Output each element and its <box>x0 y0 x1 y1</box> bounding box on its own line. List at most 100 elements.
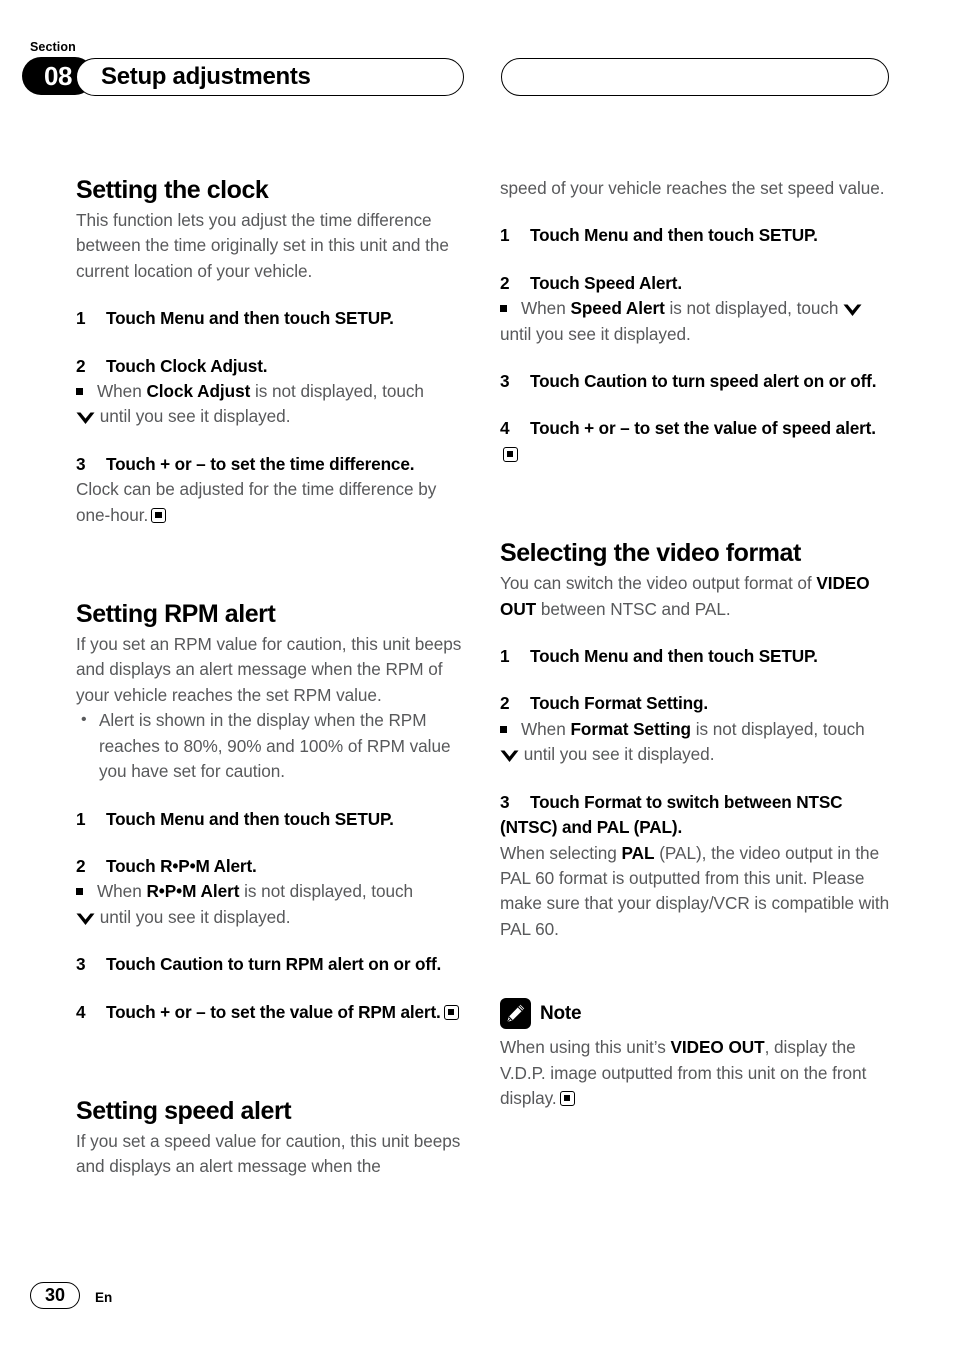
speed-step-2: 2 Touch Speed Alert. <box>500 271 890 296</box>
video-intro-c: between NTSC and PAL. <box>536 598 731 619</box>
right-column: speed of your vehicle reaches the set sp… <box>500 176 890 1111</box>
rpm-step-1-number: 1 <box>76 808 86 829</box>
speed-step-4: 4 Touch + or – to set the value of speed … <box>500 416 890 467</box>
page-title: Setup adjustments <box>101 63 311 90</box>
end-of-section-icon <box>151 507 167 523</box>
rpm-step-1: 1 Touch Menu and then touch SETUP. <box>76 807 466 832</box>
square-bullet-icon <box>500 725 507 733</box>
speed-step-1-number: 1 <box>500 225 510 246</box>
rpm-step-2-note-a: When <box>97 881 147 902</box>
left-column: Setting the clock This function lets you… <box>76 176 466 1180</box>
note-text-bold: VIDEO OUT <box>670 1037 765 1058</box>
clock-step-2-text: Touch Clock Adjust. <box>106 355 268 376</box>
list-item: Alert is shown in the display when the R… <box>76 707 466 784</box>
rpm-step-4-number: 4 <box>76 1001 86 1022</box>
rpm-step-2-text: Touch R•P•M Alert. <box>106 855 257 876</box>
video-step-1-text: Touch Menu and then touch SETUP. <box>530 646 818 667</box>
clock-step-2-note-a: When <box>97 381 147 402</box>
clock-step-2: 2 Touch Clock Adjust. <box>76 354 466 379</box>
clock-step-2-note-c: is not displayed, touch <box>250 381 424 402</box>
clock-step-3-text: Touch + or – to set the time difference. <box>106 453 415 474</box>
clock-step-3-number: 3 <box>76 453 86 474</box>
video-step-2-note-c: is not displayed, touch <box>691 718 865 739</box>
video-step-1-number: 1 <box>500 646 510 667</box>
speed-step-3-text: Touch Caution to turn speed alert on or … <box>530 371 877 392</box>
end-of-section-icon <box>443 1004 459 1020</box>
square-bullet-icon <box>76 888 83 896</box>
speed-step-3: 3 Touch Caution to turn speed alert on or… <box>500 369 890 394</box>
video-step-3-body-a: When selecting <box>500 842 622 863</box>
pencil-note-icon <box>500 998 531 1030</box>
chapter-title-pill: Setup adjustments <box>76 58 464 96</box>
video-intro-text: You can switch the video output format o… <box>500 571 890 622</box>
video-step-3-body: When selecting PAL (PAL), the video outp… <box>500 841 890 943</box>
speed-step-2-note-c: is not displayed, touch <box>664 298 844 319</box>
rpm-step-4: 4 Touch + or – to set the value of RPM al… <box>76 1000 466 1025</box>
heading-setting-the-clock: Setting the clock <box>76 176 269 204</box>
speed-step-2-number: 2 <box>500 272 510 293</box>
note-text: When using this unit’s VIDEO OUT, displa… <box>500 1035 890 1111</box>
clock-step-3-body-text: Clock can be adjusted for the time diffe… <box>76 479 437 525</box>
speed-intro-continued: speed of your vehicle reaches the set sp… <box>500 178 885 198</box>
video-step-2-note: When Format Setting is not displayed, to… <box>500 717 890 768</box>
rpm-step-2-note-c: is not displayed, touch <box>239 881 414 902</box>
speed-step-2-text: Touch Speed Alert. <box>530 272 683 293</box>
page-footer: 30 En <box>0 1282 954 1332</box>
speed-intro-text: If you set a speed value for caution, th… <box>76 1130 461 1177</box>
clock-step-1-number: 1 <box>76 308 86 329</box>
video-intro-a: You can switch the video output format o… <box>500 573 817 594</box>
language-code: En <box>95 1290 113 1305</box>
rpm-step-2-note-d: until you see it displayed. <box>95 906 291 927</box>
heading-selecting-the-video-format: Selecting the video format <box>500 539 801 568</box>
chevron-down-icon <box>76 412 95 425</box>
end-of-section-icon <box>559 1090 575 1106</box>
end-of-section-icon <box>503 446 518 462</box>
chevron-down-icon <box>76 913 95 926</box>
heading-setting-rpm-alert: Setting RPM alert <box>76 600 276 629</box>
speed-step-3-number: 3 <box>500 371 510 392</box>
speed-step-4-number: 4 <box>500 418 510 439</box>
rpm-step-3-text: Touch Caution to turn RPM alert on or of… <box>106 954 442 975</box>
note-label: Note <box>540 1002 582 1024</box>
video-step-1: 1 Touch Menu and then touch SETUP. <box>500 644 890 669</box>
clock-intro-text: This function lets you adjust the time d… <box>76 210 449 281</box>
clock-step-3: 3 Touch + or – to set the time difference… <box>76 452 466 477</box>
speed-step-4-text: Touch + or – to set the value of speed a… <box>530 418 876 439</box>
header-right-pill <box>501 58 889 96</box>
video-step-3-body-bold: PAL <box>621 842 655 863</box>
video-step-2-note-a: When <box>521 718 571 739</box>
rpm-intro-text: If you set an RPM value for caution, thi… <box>76 634 462 705</box>
video-step-3: 3 Touch Format to switch between NTSC (NT… <box>500 790 890 841</box>
rpm-step-4-text: Touch + or – to set the value of RPM ale… <box>106 1001 441 1022</box>
video-step-3-text: Touch Format to switch between NTSC (NTS… <box>500 791 843 838</box>
speed-step-1: 1 Touch Menu and then touch SETUP. <box>500 223 890 248</box>
video-step-2-note-bold: Format Setting <box>570 718 692 739</box>
page-number: 30 <box>30 1282 80 1309</box>
rpm-step-2-number: 2 <box>76 855 86 876</box>
speed-step-1-text: Touch Menu and then touch SETUP. <box>530 225 818 246</box>
speed-step-2-note: When Speed Alert is not displayed, touch… <box>500 296 890 347</box>
rpm-step-1-text: Touch Menu and then touch SETUP. <box>106 808 394 829</box>
rpm-step-2-note: When R•P•M Alert is not displayed, touch… <box>76 879 466 930</box>
rpm-bullet-list: Alert is shown in the display when the R… <box>76 707 466 784</box>
video-step-2: 2 Touch Format Setting. <box>500 691 890 716</box>
clock-step-2-number: 2 <box>76 355 86 376</box>
note-text-a: When using this unit’s <box>500 1037 671 1058</box>
rpm-step-3-number: 3 <box>76 954 86 975</box>
rpm-step-3: 3 Touch Caution to turn RPM alert on or o… <box>76 952 466 977</box>
section-label: Section <box>30 40 76 54</box>
clock-step-1: 1 Touch Menu and then touch SETUP. <box>76 306 466 331</box>
video-step-2-number: 2 <box>500 693 510 714</box>
note-header: Note <box>500 998 890 1030</box>
video-step-3-number: 3 <box>500 791 510 812</box>
rpm-step-2: 2 Touch R•P•M Alert. <box>76 854 466 879</box>
page-header: Section 08 Setup adjustments <box>0 0 954 120</box>
heading-setting-speed-alert: Setting speed alert <box>76 1096 292 1125</box>
video-step-2-note-d: until you see it displayed. <box>519 744 715 765</box>
speed-step-2-note-d: until you see it displayed. <box>500 323 691 344</box>
clock-step-2-note-bold: Clock Adjust <box>146 381 251 402</box>
speed-step-2-note-a: When <box>521 298 571 319</box>
speed-step-2-note-bold: Speed Alert <box>570 298 665 319</box>
clock-step-1-text: Touch Menu and then touch SETUP. <box>106 308 394 329</box>
clock-step-2-note-d: until you see it displayed. <box>95 406 291 427</box>
